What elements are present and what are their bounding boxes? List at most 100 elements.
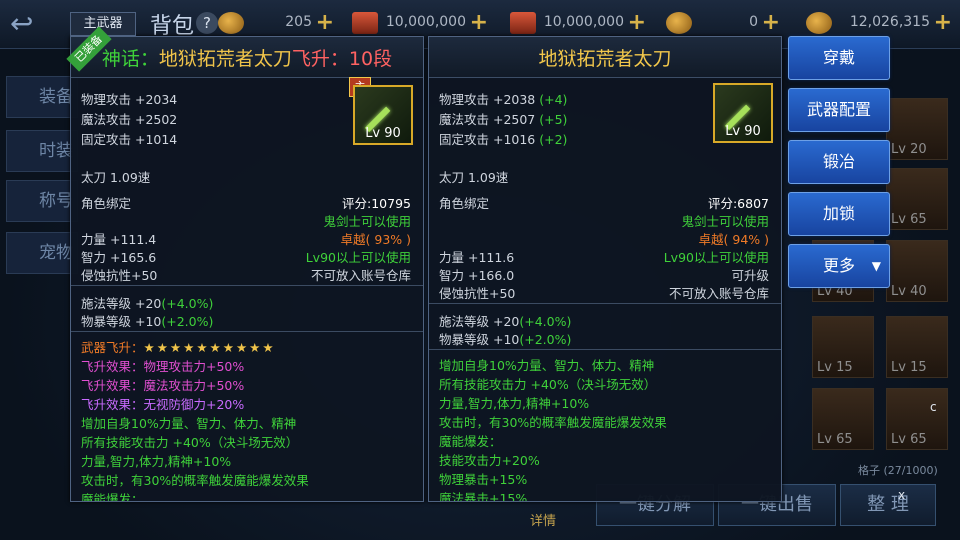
slot-level: Lv 20	[891, 142, 927, 157]
score: 评分:10795	[342, 196, 411, 211]
add-currency-icon[interactable]: +	[316, 10, 334, 35]
effect-line: 攻击时，有30%的概率触发魔能爆发效果	[81, 473, 309, 488]
fixed-attack: 固定攻击 +1014	[81, 132, 178, 147]
currency-3: 10,000,000 +	[510, 10, 650, 36]
item-icon-level: Lv 90	[725, 124, 761, 139]
erosion-resist: 侵蚀抗性+50	[439, 286, 516, 301]
slot-level: Lv 65	[891, 432, 927, 447]
gold-coin-icon	[806, 12, 832, 34]
currency-value: 0	[749, 14, 758, 30]
cast-level-pct: (+4.0%)	[161, 296, 214, 311]
score: 评分:6807	[707, 196, 769, 211]
intelligence: 智力 +166.0	[439, 268, 515, 283]
panel-header: 地狱拓荒者太刀	[429, 37, 781, 78]
detail-link[interactable]: 详情	[530, 510, 556, 529]
effect-line: 魔法暴击+15%	[439, 491, 528, 502]
lock-button[interactable]: 加锁	[788, 192, 890, 236]
divider	[71, 285, 423, 286]
inventory-slot[interactable]: Lv 65	[812, 388, 874, 450]
effect-line: 力量,智力,体力,精神+10%	[81, 454, 232, 469]
inventory-slot[interactable]: Lv 15	[812, 316, 874, 378]
intelligence: 智力 +165.6	[81, 250, 157, 265]
inventory-slot[interactable]: Lv 65	[886, 388, 948, 450]
item-icon: Lv 90	[353, 85, 413, 145]
panel-header: 神话：地狱拓荒者太刀飞升：10段	[71, 37, 423, 78]
slot-level: Lv 15	[817, 360, 853, 375]
quality: 卓越( 93% )	[340, 232, 411, 247]
cast-level: 施法等级 +20(+4.0%)	[439, 311, 571, 330]
add-currency-icon[interactable]: +	[470, 10, 488, 35]
effect-line: 技能攻击力+20%	[439, 453, 540, 468]
currency-4: 0 +	[666, 10, 784, 36]
phys-attack: 物理攻击 +2038 (+4)	[439, 89, 567, 108]
erosion-resist: 侵蚀抗性+50	[81, 268, 158, 283]
cast-level-value: 施法等级 +20	[439, 314, 520, 329]
inventory-slot[interactable]: Lv 20	[886, 98, 948, 160]
ascend-effect: 飞升效果：魔法攻击力+50%	[81, 378, 245, 393]
stat-diff: (+5)	[539, 112, 568, 127]
ascend-effect: 飞升效果：无视防御力+20%	[81, 397, 245, 412]
bind-type: 角色绑定	[81, 196, 132, 211]
strength: 力量 +111.4	[81, 232, 157, 247]
effect-line: 攻击时，有30%的概率触发魔能爆发效果	[439, 415, 667, 430]
add-currency-icon[interactable]: +	[762, 10, 780, 35]
slot-level: Lv 40	[891, 284, 927, 299]
close-icon[interactable]: x	[898, 488, 905, 502]
class-requirement: 鬼剑士可以使用	[323, 214, 411, 229]
forge-button[interactable]: 锻冶	[788, 140, 890, 184]
crit-level-value: 物暴等级 +10	[81, 314, 162, 329]
compare-item-panel: 地狱拓荒者太刀 物理攻击 +2038 (+4) 魔法攻击 +2507 (+5) …	[428, 36, 782, 502]
tab-pet[interactable]: 宠物	[6, 232, 78, 274]
level-requirement: Lv90以上可以使用	[663, 250, 769, 265]
stat-diff: (+2)	[539, 132, 568, 147]
add-currency-icon[interactable]: +	[628, 10, 646, 35]
storage-note: 不可放入账号仓库	[668, 286, 769, 301]
rarity-prefix: 神话：	[101, 48, 159, 70]
effect-line: 魔能爆发：	[439, 434, 502, 449]
magic-attack: 魔法攻击 +2502	[81, 112, 178, 127]
sort-button[interactable]: 整 理	[840, 484, 936, 526]
item-icon-level: Lv 90	[365, 126, 401, 141]
tab-title[interactable]: 称号	[6, 180, 78, 222]
chevron-down-icon: ▼	[871, 259, 881, 273]
ticket-icon	[352, 12, 378, 34]
currency-1: 205 +	[218, 10, 338, 36]
cast-level-pct: (+4.0%)	[519, 314, 572, 329]
divider	[429, 349, 781, 350]
currency-2: 10,000,000 +	[352, 10, 492, 36]
effect-line: 所有技能攻击力 +40%（决斗场无效）	[439, 377, 657, 392]
currency-5: 12,026,315 +	[806, 10, 956, 36]
back-arrow-icon[interactable]: ↩	[10, 8, 70, 40]
gold-coin-icon	[218, 12, 244, 34]
wear-button[interactable]: 穿戴	[788, 36, 890, 80]
effect-line: 增加自身10%力量、智力、体力、精神	[81, 416, 297, 431]
item-title: 地狱拓荒者太刀	[538, 48, 672, 70]
crit-level-pct: (+2.0%)	[519, 332, 572, 347]
slot-level: Lv 65	[817, 432, 853, 447]
weapon-speed: 太刀 1.09速	[439, 170, 509, 185]
effect-line: 物理暴击+15%	[439, 472, 528, 487]
tab-equipment[interactable]: 装备	[6, 76, 78, 118]
item-icon: Lv 90	[713, 83, 773, 143]
level-requirement: Lv90以上可以使用	[305, 250, 411, 265]
more-button[interactable]: 更多 ▼	[788, 244, 890, 288]
inventory-slot[interactable]: Lv 15	[886, 316, 948, 378]
upgrade-note: 可升级	[731, 268, 769, 283]
tab-fashion[interactable]: 时装	[6, 130, 78, 172]
gold-coin-icon	[666, 12, 692, 34]
inventory-slot[interactable]: Lv 40	[886, 240, 948, 302]
help-icon[interactable]: ?	[196, 12, 218, 34]
inventory-slot[interactable]: Lv 65	[886, 168, 948, 230]
effect-line: 增加自身10%力量、智力、体力、精神	[439, 358, 655, 373]
stat-value: 魔法攻击 +2507	[439, 112, 536, 127]
strength: 力量 +111.6	[439, 250, 515, 265]
crit-level-pct: (+2.0%)	[161, 314, 214, 329]
quality: 卓越( 94% )	[698, 232, 769, 247]
bind-type: 角色绑定	[439, 196, 490, 211]
add-currency-icon[interactable]: +	[934, 10, 952, 35]
phys-attack: 物理攻击 +2034	[81, 92, 178, 107]
storage-note: 不可放入账号仓库	[310, 268, 411, 283]
weapon-config-button[interactable]: 武器配置	[788, 88, 890, 132]
cast-level: 施法等级 +20(+4.0%)	[81, 293, 213, 312]
more-label: 更多	[822, 256, 855, 275]
